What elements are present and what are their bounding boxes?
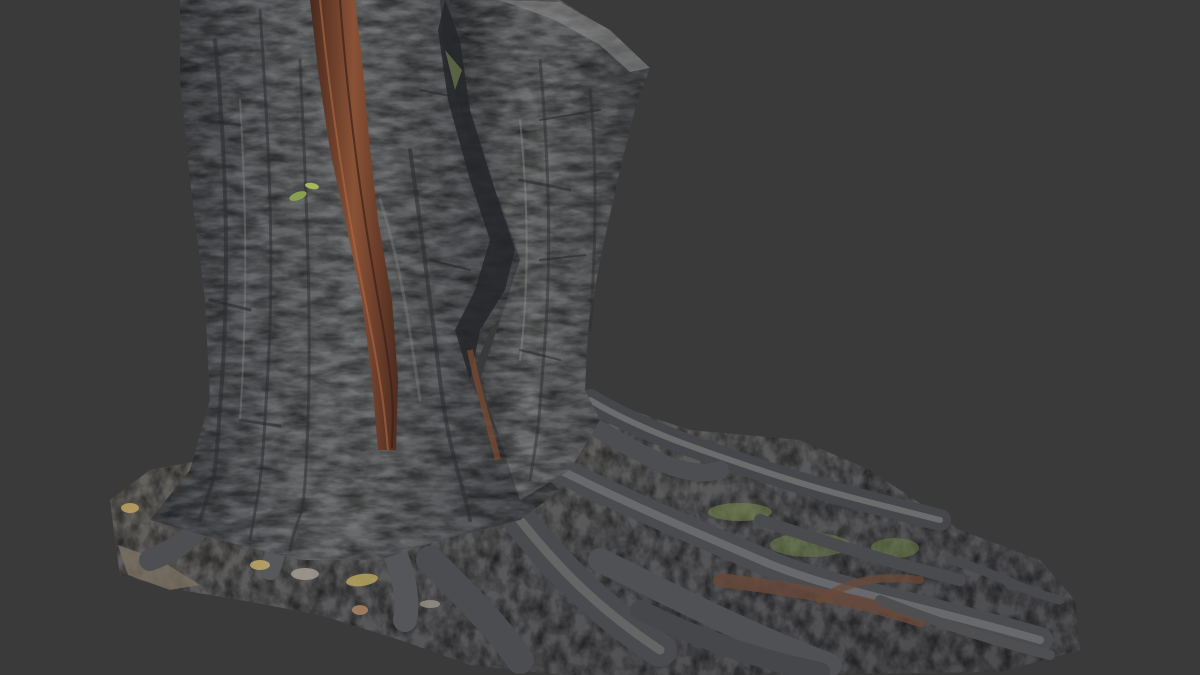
tree-trunk-scan [110,0,1080,675]
scan-viewport [0,0,1200,675]
